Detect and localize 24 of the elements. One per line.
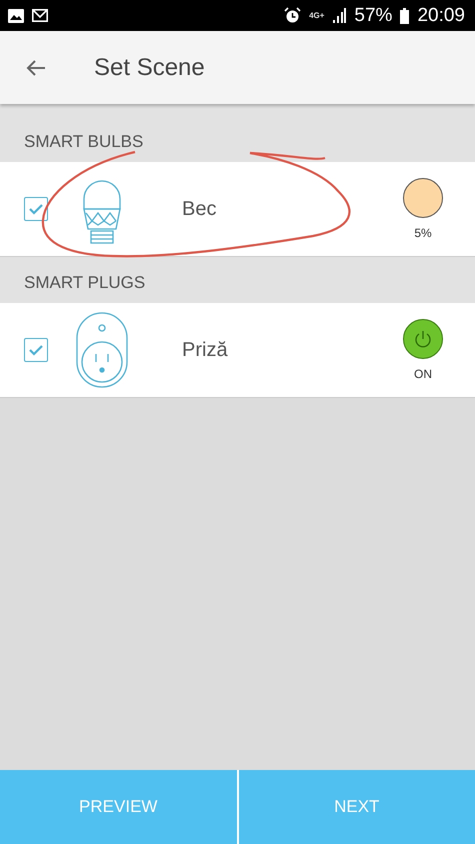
screen-title: Set Scene (94, 54, 205, 82)
clock-time: 20:09 (417, 4, 465, 26)
checkbox[interactable] (24, 338, 48, 362)
device-reading: ON (414, 367, 432, 381)
mail-icon (32, 9, 48, 22)
battery-percentage: 57% (354, 4, 392, 26)
alarm-icon (284, 7, 302, 24)
power-icon (413, 329, 433, 349)
section-header: SMART BULBS (0, 104, 475, 162)
checkmark-icon (28, 203, 44, 215)
device-row[interactable]: Priză ON (0, 303, 475, 398)
section-header: SMART PLUGS (0, 257, 475, 303)
device-name: Priză (182, 338, 229, 362)
signal-icon (332, 8, 346, 23)
device-reading: 5% (414, 226, 432, 240)
image-icon (8, 8, 24, 22)
checkmark-icon (28, 344, 44, 356)
network-type: 4G+ (309, 11, 324, 20)
power-button[interactable] (403, 319, 443, 359)
battery-icon (400, 8, 410, 24)
device-name: Bec (182, 198, 218, 220)
checkbox[interactable] (24, 197, 48, 221)
device-row[interactable]: Bec 5% (0, 162, 475, 257)
light-color-swatch[interactable] (403, 178, 443, 218)
